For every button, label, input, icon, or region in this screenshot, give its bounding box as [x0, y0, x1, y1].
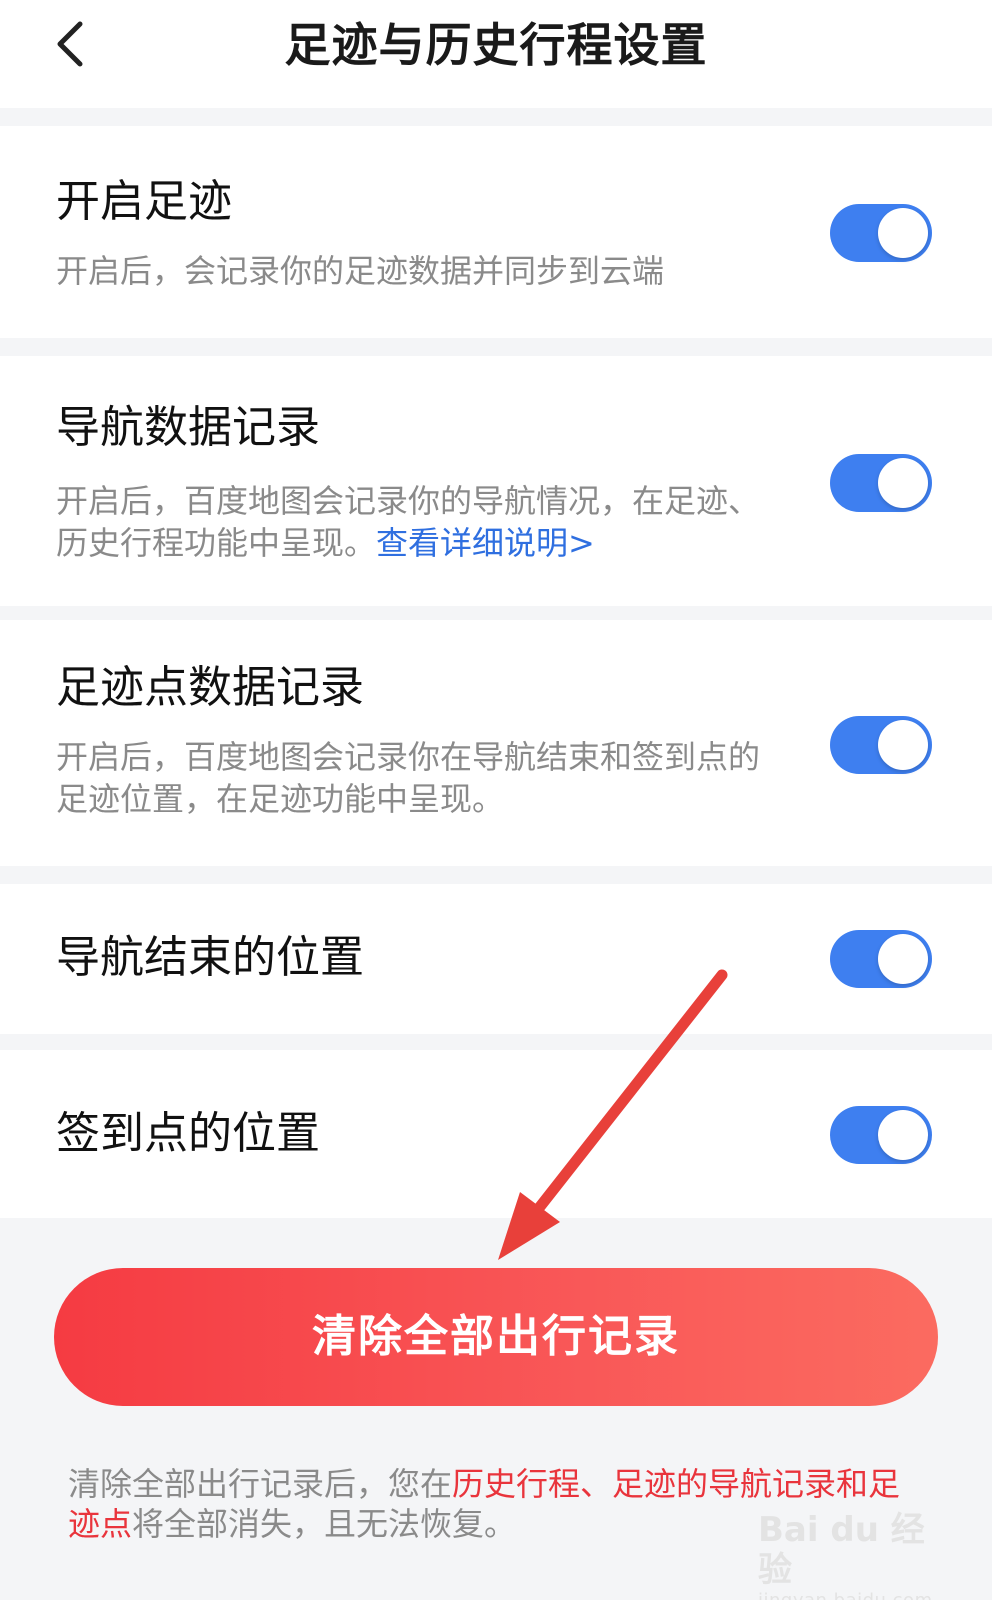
setting-description: 开启后，百度地图会记录你在导航结束和签到点的足迹位置，在足迹功能中呈现。: [56, 738, 761, 818]
footprint-points-toggle[interactable]: [830, 716, 932, 774]
nav-header: 足迹与历史行程设置: [0, 0, 992, 108]
setting-title: 导航数据记录: [56, 402, 320, 453]
setting-row-checkin: 签到点的位置: [0, 1050, 992, 1218]
setting-title: 签到点的位置: [56, 1108, 320, 1159]
footprint-toggle[interactable]: [830, 204, 932, 262]
navigation-data-toggle[interactable]: [830, 454, 932, 512]
setting-row-navigation-data: 导航数据记录 开启后，百度地图会记录你的导航情况，在足迹、历史行程功能中呈现。查…: [0, 356, 992, 606]
toggle-knob: [878, 208, 928, 258]
navigation-end-toggle[interactable]: [830, 930, 932, 988]
setting-title: 导航结束的位置: [56, 932, 364, 983]
toggle-knob: [878, 1110, 928, 1160]
page-title: 足迹与历史行程设置: [284, 18, 708, 72]
checkin-toggle[interactable]: [830, 1106, 932, 1164]
setting-title: 开启足迹: [56, 176, 232, 227]
details-link[interactable]: 查看详细说明>: [376, 524, 595, 562]
settings-page: 足迹与历史行程设置 开启足迹 开启后，会记录你的足迹数据并同步到云端 导航数据记…: [0, 0, 992, 1600]
toggle-knob: [878, 720, 928, 770]
toggle-knob: [878, 458, 928, 508]
setting-title: 足迹点数据记录: [56, 662, 364, 713]
note-text-end: 将全部消失，且无法恢复。: [132, 1505, 517, 1543]
note-text: 清除全部出行记录后，您在: [68, 1465, 453, 1503]
toggle-knob: [878, 934, 928, 984]
setting-row-footprint: 开启足迹 开启后，会记录你的足迹数据并同步到云端: [0, 126, 992, 338]
clear-all-records-button[interactable]: 清除全部出行记录: [54, 1268, 938, 1406]
watermark-logo: Bai du 经验: [758, 1510, 925, 1590]
setting-row-navigation-end: 导航结束的位置: [0, 884, 992, 1034]
setting-description: 开启后，百度地图会记录你的导航情况，在足迹、历史行程功能中呈现。查看详细说明>: [56, 480, 776, 564]
setting-row-footprint-points: 足迹点数据记录 开启后，百度地图会记录你在导航结束和签到点的足迹位置，在足迹功能…: [0, 620, 992, 866]
watermark-url: jingyan.baidu.com: [758, 1590, 958, 1600]
baidu-jingyan-watermark: Bai du 经验 jingyan.baidu.com: [758, 1510, 958, 1600]
setting-description: 开启后，会记录你的足迹数据并同步到云端: [56, 252, 665, 290]
